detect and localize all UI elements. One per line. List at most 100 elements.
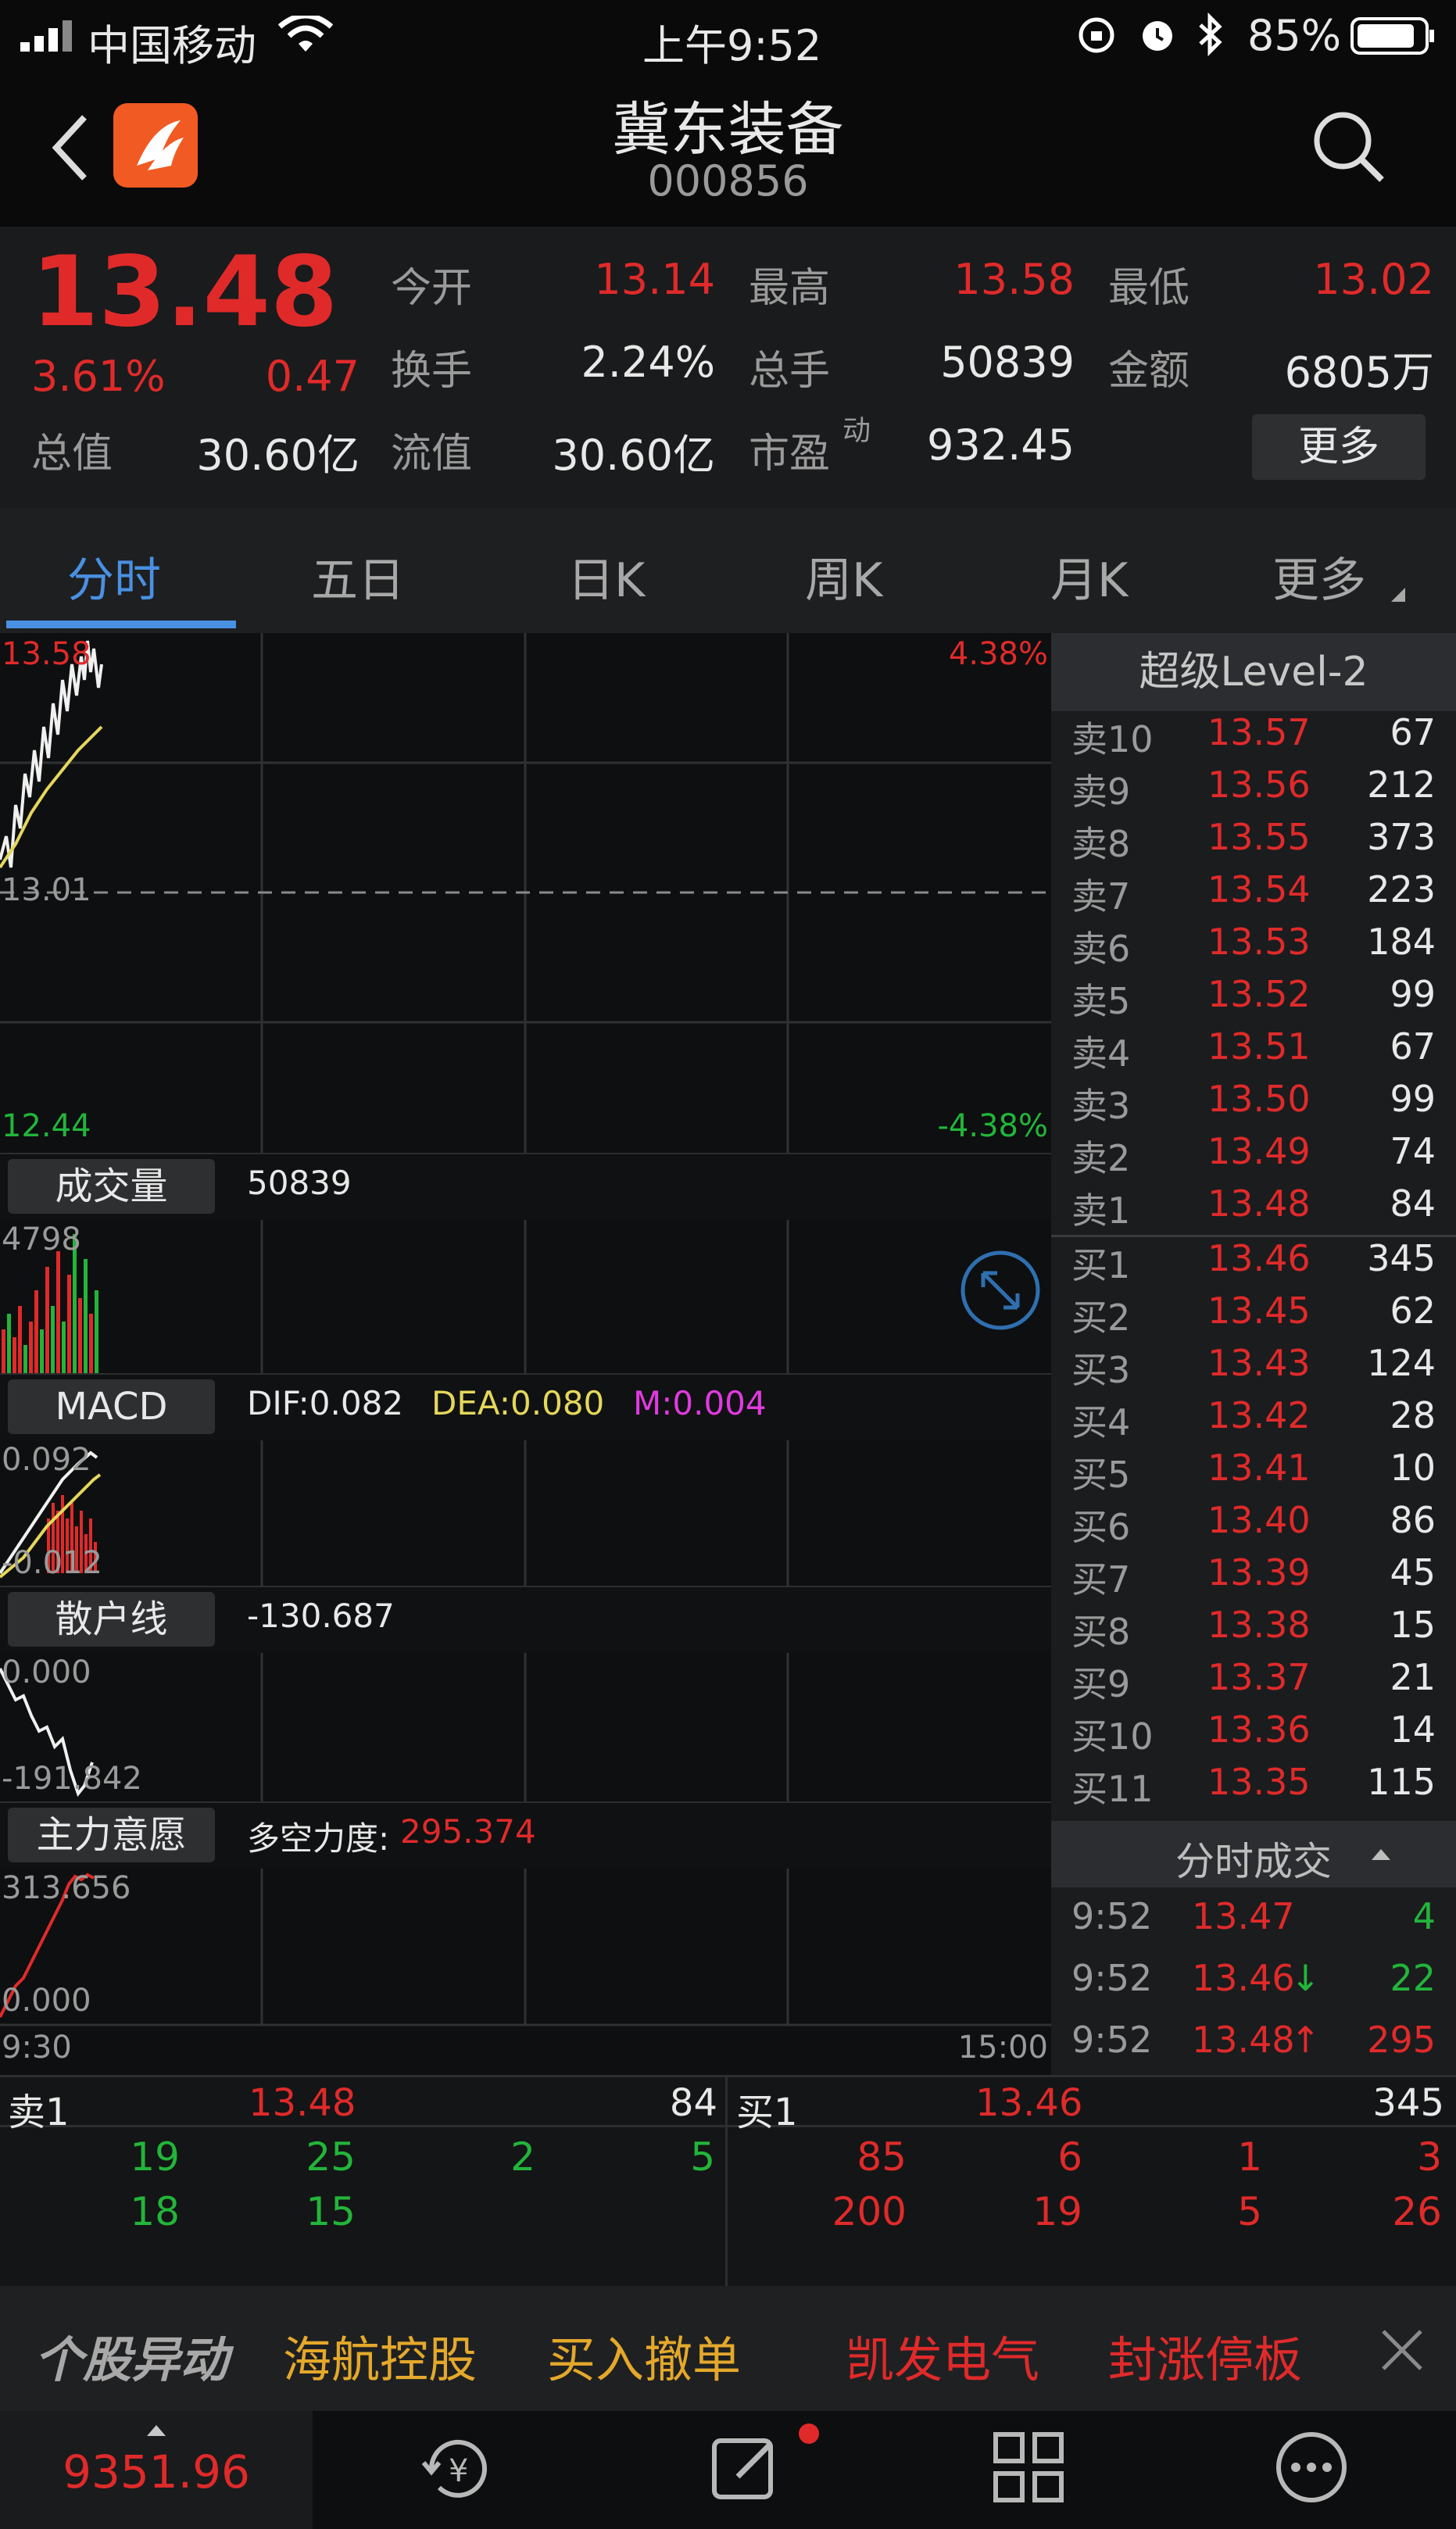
macd-dea: DEA:0.080 [431, 1384, 605, 1422]
stock-name: 冀东装备 [612, 96, 844, 163]
more-quote-button[interactable]: 更多 [1252, 414, 1426, 480]
tab-intraday[interactable]: 分时 [67, 542, 161, 610]
grid-menu-icon[interactable] [989, 2428, 1068, 2506]
low-pct-axis: -4.38% [937, 1108, 1048, 1144]
volume-chart[interactable]: 4798 [0, 1220, 1051, 1373]
notification-dot [799, 2423, 819, 2444]
ticker-item[interactable]: 海航控股 [283, 2320, 477, 2391]
ref-price-axis: 13.01 [2, 872, 91, 908]
more-options-icon[interactable] [1272, 2428, 1350, 2506]
queue-buy-vol: 345 [1372, 2081, 1444, 2125]
macd-svg [0, 1440, 789, 1586]
tab-monthly-k[interactable]: 月K [1050, 542, 1128, 610]
trade-icon[interactable]: ¥ [416, 2430, 502, 2508]
macd-label[interactable]: MACD [8, 1379, 215, 1434]
queue-buy-price: 13.46 [975, 2081, 1083, 2125]
expand-chart-icon[interactable] [958, 1248, 1043, 1332]
index-quote-item[interactable]: 9351.96 [0, 2411, 313, 2529]
ask-row[interactable]: 卖9 13.56 212 [1051, 764, 1456, 816]
ticker-item[interactable]: 凯发电气 [846, 2320, 1039, 2391]
active-tab-indicator [6, 621, 236, 628]
signal-icon [20, 20, 72, 52]
order-book-title[interactable]: 超级Level-2 [1051, 633, 1456, 711]
macd-header: MACD DIF:0.082 DEA:0.080 M:0.004 [0, 1373, 1051, 1442]
main-force-axis-top: 313.656 [2, 1870, 131, 1906]
low-label: 最低 [1108, 265, 1190, 312]
tab-weekly-k[interactable]: 周K [805, 542, 882, 610]
macd-chart[interactable]: 0.092 -0.012 [0, 1440, 1051, 1586]
tick-row: 9:52 13.47 4 [1071, 1895, 1436, 1937]
tick-row: 9:52 13.46 ↓ 22 [1071, 1957, 1436, 1999]
queue-cell: 18 [130, 2189, 180, 2234]
close-icon[interactable] [1380, 2328, 1424, 2372]
clock: 上午9:52 [642, 21, 822, 70]
change-percent: 3.61% [31, 352, 166, 401]
ask-row[interactable]: 卖2 13.49 74 [1051, 1130, 1456, 1182]
macd-m: M:0.004 [633, 1384, 767, 1422]
bid-row[interactable]: 买7 13.39 45 [1051, 1551, 1456, 1604]
queue-cell: 19 [1032, 2189, 1082, 2234]
volume-value: 50839 [247, 1164, 352, 1202]
bid-row[interactable]: 买8 13.38 15 [1051, 1604, 1456, 1656]
retail-label[interactable]: 散户线 [8, 1592, 215, 1647]
ask-row[interactable]: 卖8 13.55 373 [1051, 816, 1456, 868]
queue-cell: 200 [832, 2189, 907, 2234]
pe-label: 市盈 [749, 431, 831, 478]
svg-text:¥: ¥ [449, 2453, 468, 2489]
bid-row[interactable]: 买11 13.35 115 [1051, 1761, 1456, 1813]
high-price-axis: 13.58 [2, 636, 91, 672]
retail-svg [0, 1653, 789, 1801]
ask-row[interactable]: 卖1 13.48 84 [1051, 1182, 1456, 1235]
price-chart-svg [0, 633, 1051, 1153]
news-ticker: 个股异动 海航控股 买入撤单 凯发电气 封涨停板 [0, 2286, 1456, 2411]
ticks-header[interactable]: 分时成交 [1051, 1821, 1456, 1887]
volume-header: 成交量 50839 [0, 1153, 1051, 1222]
bottom-nav: 9351.96 ¥ [0, 2411, 1456, 2529]
time-axis-end: 15:00 [957, 2030, 1048, 2066]
ticker-item[interactable]: 买入撤单 [547, 2320, 741, 2391]
high-label: 最高 [749, 265, 831, 312]
post-icon[interactable] [707, 2430, 792, 2508]
queue-cell: 2 [510, 2134, 535, 2180]
bid-row[interactable]: 买6 13.40 86 [1051, 1499, 1456, 1551]
ask-row[interactable]: 卖3 13.50 99 [1051, 1078, 1456, 1130]
intraday-price-chart[interactable]: 13.58 4.38% 13.01 12.44 -4.38% [0, 633, 1051, 1153]
main-force-chart[interactable]: 313.656 0.000 9:30 15:00 [0, 1869, 1051, 2075]
turnover-label: 换手 [391, 348, 473, 395]
high-pct-axis: 4.38% [948, 636, 1048, 672]
volume-label[interactable]: 成交量 [8, 1159, 215, 1214]
bid-row[interactable]: 买2 13.45 62 [1051, 1290, 1456, 1342]
macd-dif: DIF:0.082 [247, 1384, 404, 1422]
open-value: 13.14 [594, 255, 715, 304]
total-volume-value: 50839 [940, 338, 1075, 387]
main-force-desc: 多空力度: [247, 1819, 390, 1858]
order-book: 超级Level-2 卖10 13.57 67 卖9 13.56 212 卖8 13.55 3… [1051, 633, 1456, 2075]
search-icon[interactable] [1310, 108, 1388, 186]
tab-more[interactable]: 更多 [1272, 542, 1366, 610]
carrier-name: 中国移动 [88, 21, 256, 70]
ask-row[interactable]: 卖4 13.51 67 [1051, 1025, 1456, 1078]
ask-row[interactable]: 卖7 13.54 223 [1051, 868, 1456, 921]
nav-header: 冀东装备 000856 [0, 72, 1456, 227]
bid-row[interactable]: 买10 13.36 14 [1051, 1708, 1456, 1761]
retail-chart[interactable]: 0.000 -191.842 [0, 1653, 1051, 1801]
tick-row: 9:52 13.48 ↑ 295 [1071, 2019, 1436, 2061]
ask-row[interactable]: 卖10 13.57 67 [1051, 711, 1456, 764]
quote-panel: 13.48 3.61% 0.47 总值 30.60亿 今开 13.14 最高 1… [0, 227, 1456, 508]
tab-daily-k[interactable]: 日K [567, 542, 645, 610]
wifi-icon [278, 16, 333, 52]
queue-cell: 5 [690, 2134, 715, 2180]
ask-row[interactable]: 卖5 13.52 99 [1051, 973, 1456, 1025]
current-price: 13.48 [31, 236, 338, 349]
retail-header: 散户线 -130.687 [0, 1586, 1051, 1654]
tab-five-day[interactable]: 五日 [311, 542, 405, 610]
bid-row[interactable]: 买4 13.42 28 [1051, 1394, 1456, 1447]
bid-row[interactable]: 买1 13.46 345 [1051, 1237, 1456, 1290]
high-value: 13.58 [953, 255, 1075, 304]
bid-row[interactable]: 买9 13.37 21 [1051, 1656, 1456, 1708]
ask-row[interactable]: 卖6 13.53 184 [1051, 921, 1456, 973]
bid-row[interactable]: 买5 13.41 10 [1051, 1447, 1456, 1499]
ticker-item[interactable]: 封涨停板 [1108, 2320, 1302, 2391]
main-force-label[interactable]: 主力意愿 [8, 1808, 215, 1862]
bid-row[interactable]: 买3 13.43 124 [1051, 1342, 1456, 1394]
